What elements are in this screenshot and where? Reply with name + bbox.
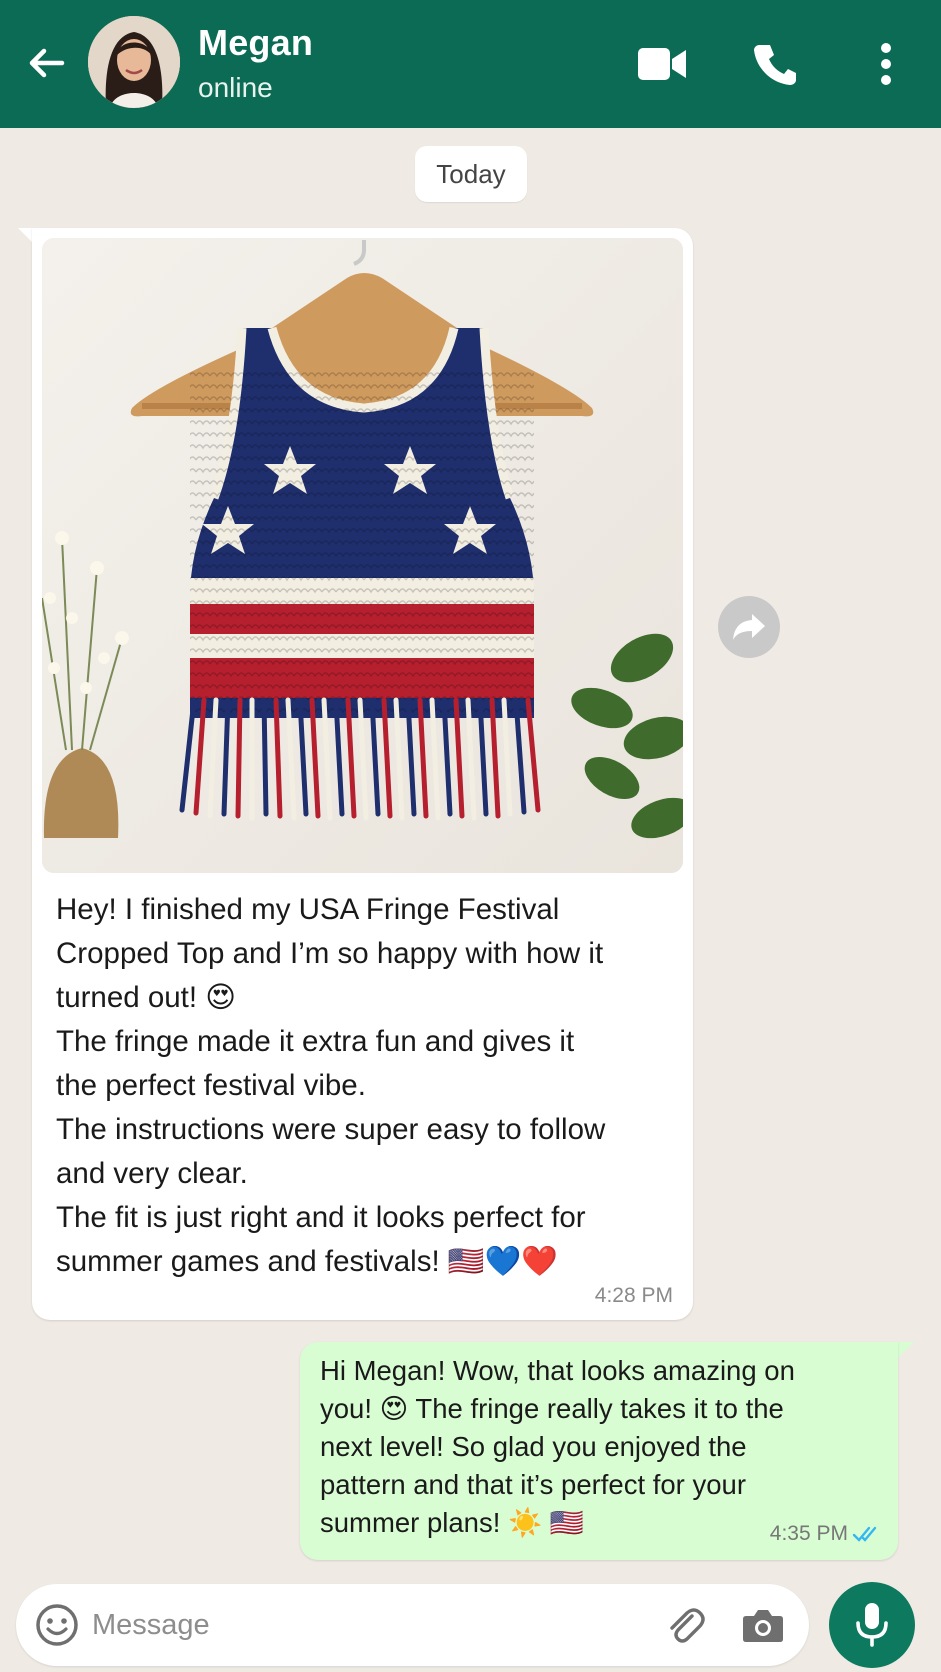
more-options-button[interactable] xyxy=(856,36,916,92)
message-line: Hi Megan! Wow, that looks amazing on xyxy=(320,1355,795,1386)
incoming-message-text: Hey! I finished my USA Fringe Festival C… xyxy=(56,888,676,1284)
emoji-button[interactable] xyxy=(34,1602,80,1648)
message-list[interactable]: Today Hey! I finished my USA Fringe Fest… xyxy=(0,128,941,1568)
message-composer xyxy=(16,1584,809,1666)
message-line: Cropped Top and I’m so happy with how it xyxy=(56,937,604,970)
emoji-icon xyxy=(36,1604,78,1646)
video-call-icon xyxy=(638,48,686,80)
message-line: The instructions were super easy to foll… xyxy=(56,1113,606,1146)
incoming-timestamp: 4:28 PM xyxy=(594,1284,673,1307)
incoming-message[interactable]: Hey! I finished my USA Fringe Festival C… xyxy=(32,228,693,1320)
contact-status: online xyxy=(198,72,273,103)
double-check-read-icon xyxy=(852,1526,877,1542)
microphone-icon xyxy=(856,1603,888,1647)
message-line: The fringe made it extra fun and gives i… xyxy=(56,1025,575,1058)
message-line: The fit is just right and it looks perfe… xyxy=(56,1201,586,1234)
outgoing-bubble-tail xyxy=(898,1342,914,1358)
forward-button[interactable] xyxy=(718,596,780,658)
date-chip: Today xyxy=(415,146,527,202)
crocheted-usa-fringe-crop-top-photo[interactable] xyxy=(42,238,683,873)
attach-button[interactable] xyxy=(662,1602,708,1648)
avatar[interactable] xyxy=(88,16,180,108)
outgoing-message[interactable]: Hi Megan! Wow, that looks amazing on you… xyxy=(300,1342,898,1560)
message-input[interactable] xyxy=(92,1600,652,1650)
message-line: and very clear. xyxy=(56,1157,248,1190)
message-line: pattern and that it’s perfect for your xyxy=(320,1469,746,1500)
camera-icon xyxy=(743,1610,783,1642)
contact-name[interactable]: Megan xyxy=(198,22,313,64)
voice-call-button[interactable] xyxy=(745,36,805,92)
message-line: you! 😍 The fringe really takes it to the xyxy=(320,1393,784,1424)
message-line: turned out! 😍 xyxy=(56,981,236,1014)
message-line: Hey! I finished my USA Fringe Festival xyxy=(56,893,560,926)
camera-button[interactable] xyxy=(740,1602,786,1648)
video-call-button[interactable] xyxy=(632,36,692,92)
back-button[interactable] xyxy=(22,38,72,88)
outgoing-message-text: Hi Megan! Wow, that looks amazing on you… xyxy=(320,1352,840,1542)
phone-icon xyxy=(754,45,796,85)
voice-message-button[interactable] xyxy=(829,1582,915,1668)
paperclip-icon xyxy=(670,1608,705,1643)
forward-icon xyxy=(733,614,765,640)
message-line: the perfect festival vibe. xyxy=(56,1069,366,1102)
chat-header: Megan online xyxy=(0,0,941,128)
message-line: summer plans! ☀️ 🇺🇸 xyxy=(320,1507,585,1538)
back-arrow-icon xyxy=(29,48,65,78)
outgoing-timestamp: 4:35 PM xyxy=(769,1522,848,1545)
message-line: next level! So glad you enjoyed the xyxy=(320,1431,747,1462)
message-line: summer games and festivals! 🇺🇸💙❤️ xyxy=(56,1245,559,1278)
more-vertical-icon xyxy=(881,43,891,85)
